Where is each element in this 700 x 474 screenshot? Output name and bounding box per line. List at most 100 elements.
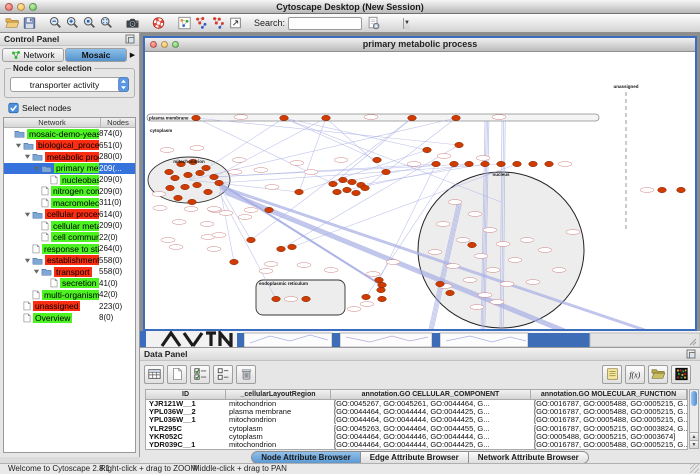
tab-edge-attribute-browser[interactable]: Edge Attribute Browser — [361, 451, 469, 463]
tree-row[interactable]: mosaic-demo-yeast874(0) — [4, 128, 135, 140]
help-icon[interactable] — [150, 15, 167, 31]
graph-node[interactable] — [348, 179, 357, 184]
tree-row[interactable]: Overview8(0) — [4, 312, 135, 324]
graph-node[interactable] — [210, 174, 219, 179]
snapshot-icon[interactable] — [124, 15, 141, 31]
graph-node[interactable] — [272, 296, 281, 301]
graph-node[interactable] — [455, 142, 464, 147]
graph-node[interactable] — [377, 287, 386, 292]
graph-node[interactable] — [343, 187, 352, 192]
graph-node[interactable] — [277, 246, 286, 251]
tree-row[interactable]: multi-organism pro42(0) — [4, 289, 135, 301]
graph-node[interactable] — [230, 259, 239, 264]
tree-expander-icon[interactable] — [24, 211, 32, 218]
scrollbar-thumb[interactable] — [691, 391, 697, 406]
table-column-header[interactable]: ID — [146, 390, 226, 399]
annotation-tool-icon[interactable] — [227, 15, 244, 31]
graph-node[interactable] — [333, 189, 342, 194]
zoom-out-icon[interactable] — [47, 15, 64, 31]
unselect-attributes-icon[interactable] — [213, 365, 233, 384]
select-first-neighbors-icon[interactable] — [193, 15, 210, 31]
graph-node[interactable] — [375, 277, 384, 282]
close-button[interactable] — [5, 3, 13, 11]
new-attribute-icon[interactable] — [167, 365, 187, 384]
tab-network-attribute-browser[interactable]: Network Attribute Browser — [469, 451, 589, 463]
graph-node[interactable] — [193, 182, 202, 187]
delete-attribute-icon[interactable] — [236, 365, 256, 384]
graph-node[interactable] — [677, 187, 686, 192]
graph-node[interactable] — [339, 177, 348, 182]
graph-node[interactable] — [432, 161, 441, 166]
table-column-header[interactable]: annotation.GO MOLECULAR_FUNCTION — [531, 390, 687, 399]
tree-row[interactable]: transport558(0) — [4, 266, 135, 278]
graph-node[interactable] — [446, 290, 455, 295]
graph-node[interactable] — [436, 281, 445, 286]
zoom-fit-icon[interactable] — [98, 15, 115, 31]
network-view-window[interactable]: primary metabolic process plasma membran… — [143, 36, 697, 331]
graph-node[interactable] — [295, 189, 304, 194]
graph-node[interactable] — [423, 147, 432, 152]
minimize-button[interactable] — [17, 3, 25, 11]
dropdown-stepper-icon[interactable] — [118, 77, 129, 92]
graph-node[interactable] — [171, 175, 180, 180]
attribute-list-icon[interactable] — [602, 365, 622, 384]
table-column-header[interactable]: _cellularLayoutRegion — [226, 390, 331, 399]
tab-node-attribute-browser[interactable]: Node Attribute Browser — [251, 451, 361, 463]
zoom-in-icon[interactable] — [64, 15, 81, 31]
zoom-window-button[interactable] — [172, 41, 179, 48]
graph-node[interactable] — [280, 115, 289, 120]
tree-expander-icon[interactable] — [15, 142, 23, 149]
graph-node[interactable] — [452, 115, 461, 120]
save-icon[interactable] — [21, 15, 38, 31]
graph-node[interactable] — [529, 161, 538, 166]
graph-node[interactable] — [174, 195, 183, 200]
scroll-up-arrow[interactable]: ▲ — [690, 432, 698, 440]
select-attributes-icon[interactable] — [190, 365, 210, 384]
graph-node[interactable] — [658, 187, 667, 192]
matrix-icon[interactable] — [671, 365, 691, 384]
graph-node[interactable] — [192, 115, 201, 120]
graph-node[interactable] — [352, 190, 361, 195]
formula-builder-icon[interactable]: f(x) — [625, 365, 645, 384]
table-row[interactable]: YPL036W__1mitochondrion[GO:0044464, GO:0… — [146, 416, 687, 424]
tree-row[interactable]: nucleobase-209(0) — [4, 174, 135, 186]
tree-col-nodes[interactable]: Nodes — [101, 118, 135, 127]
resize-grip[interactable] — [690, 464, 699, 473]
graph-node[interactable] — [196, 170, 205, 175]
graph-node[interactable] — [322, 115, 331, 120]
graph-node[interactable] — [288, 244, 297, 249]
graphics-details-icon[interactable] — [176, 15, 193, 31]
tree-expander-icon[interactable] — [33, 268, 41, 275]
graph-node[interactable] — [215, 180, 224, 185]
close-button[interactable] — [150, 41, 157, 48]
table-row[interactable]: YPL036W__2plasma membrane[GO:0044464, GO… — [146, 408, 687, 416]
tree-row[interactable]: cellular process614(0) — [4, 209, 135, 221]
graph-node[interactable] — [202, 165, 211, 170]
network-canvas[interactable]: plasma membranecytoplasmmitochondrionnuc… — [145, 52, 695, 329]
tree-row[interactable]: nitrogen compo209(0) — [4, 186, 135, 198]
network-merge-icon[interactable] — [210, 15, 227, 31]
search-dropdown-arrow[interactable]: ▼ — [403, 18, 410, 29]
graph-node[interactable] — [378, 282, 387, 287]
open-icon[interactable] — [4, 15, 21, 31]
graph-node[interactable] — [247, 237, 256, 242]
tree-row[interactable]: cell communicat22(0) — [4, 232, 135, 244]
graph-node[interactable] — [378, 296, 387, 301]
graph-node[interactable] — [204, 189, 213, 194]
graph-node[interactable] — [362, 294, 371, 299]
node-color-dropdown[interactable]: transporter activity — [10, 77, 129, 92]
graph-node[interactable] — [382, 169, 391, 174]
float-panel-icon[interactable] — [686, 349, 696, 359]
graph-node[interactable] — [165, 169, 174, 174]
graph-node[interactable] — [408, 115, 417, 120]
tree-row[interactable]: primary metabo209(... — [4, 163, 135, 175]
graph-node[interactable] — [184, 172, 193, 177]
graph-node[interactable] — [373, 157, 382, 162]
search-settings-icon[interactable] — [365, 15, 382, 31]
table-row[interactable]: YKR052Ccytoplasm[GO:0044464, GO:0044446,… — [146, 433, 687, 441]
tab-network[interactable]: Network — [2, 48, 64, 62]
tree-row[interactable]: establishment of lo558(0) — [4, 255, 135, 267]
graph-node[interactable] — [166, 185, 175, 190]
tree-expander-icon[interactable] — [24, 153, 32, 160]
tab-overflow-arrow[interactable]: ▶ — [128, 51, 137, 59]
